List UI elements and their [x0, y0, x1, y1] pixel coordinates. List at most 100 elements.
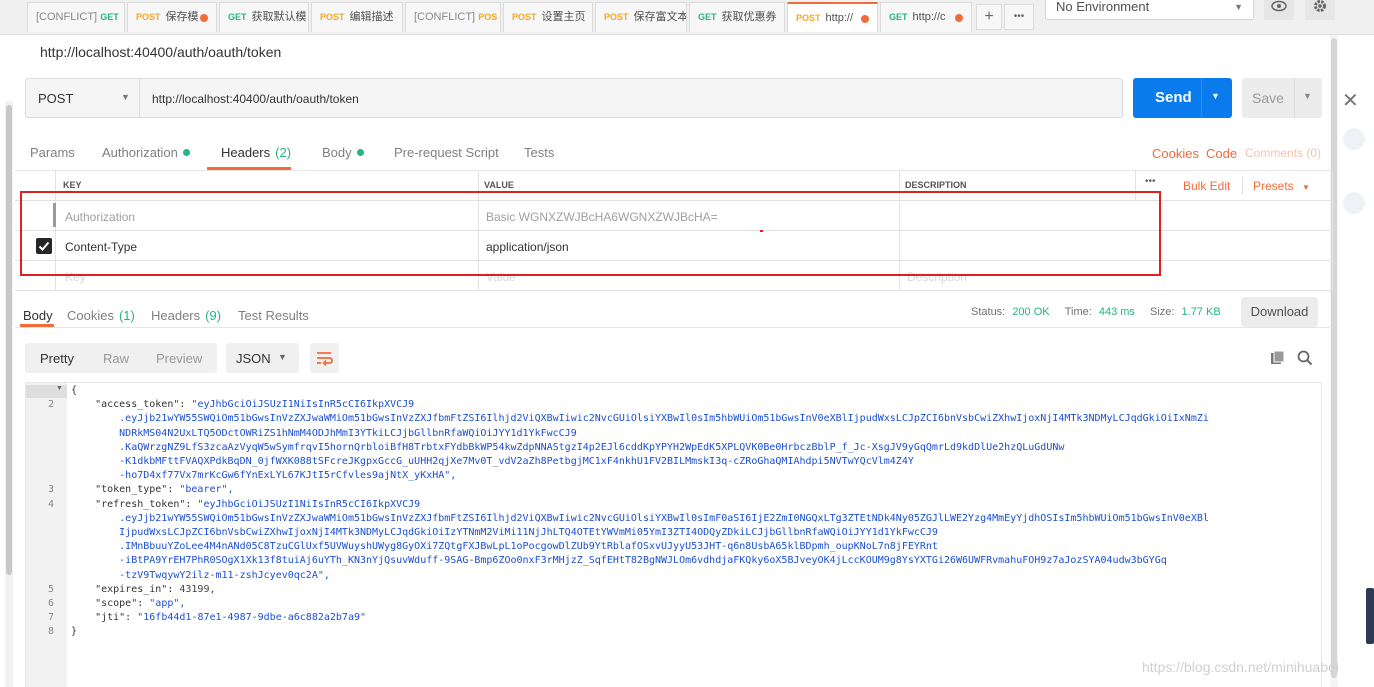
url-input[interactable]: http://localhost:40400/auth/oauth/token: [140, 78, 1123, 118]
tab-label: Headers: [151, 308, 201, 323]
view-preview[interactable]: Preview: [156, 351, 202, 366]
side-scroll-indicator: [1366, 588, 1374, 644]
close-icon[interactable]: ✕: [1342, 88, 1359, 113]
search-icon[interactable]: [1297, 350, 1313, 369]
method-badge: POST: [512, 12, 537, 22]
request-title[interactable]: http://localhost:40400/auth/oauth/token: [40, 44, 281, 60]
response-tabs-divider: [15, 327, 1330, 328]
response-tab-body[interactable]: Body: [23, 308, 53, 323]
request-tab[interactable]: POST 保存富文本: [595, 2, 687, 32]
view-pretty[interactable]: Pretty: [40, 351, 74, 366]
method-badge: POST: [136, 12, 161, 22]
view-raw[interactable]: Raw: [103, 351, 129, 366]
chevron-down-icon: ▼: [1234, 2, 1243, 12]
method-badge: POST: [604, 12, 629, 22]
request-tab[interactable]: GET 获取默认模: [219, 2, 309, 32]
code-line: "refresh_token": "eyJhbGciOiJSUzI1NiIsIn…: [71, 498, 421, 510]
request-tab[interactable]: POST 编辑描述: [311, 2, 403, 32]
response-body-editor[interactable]: 12345678 ▼ { "access_token": "eyJhbGciOi…: [25, 382, 1322, 687]
tab-title: 保存模: [165, 11, 199, 23]
code-line: "access_token": "eyJhbGciOiJSUzI1NiIsInR…: [71, 399, 415, 411]
response-tab-headers[interactable]: Headers (9): [151, 308, 221, 323]
tab-label: Test Results: [238, 308, 309, 323]
chevron-down-icon[interactable]: ▼: [1303, 91, 1312, 101]
tab-title: 保存富文本: [633, 11, 687, 23]
highlight-box: [20, 191, 1161, 276]
tab-params[interactable]: Params: [30, 145, 75, 160]
code-line: -K1dkbMFttFVAQXPdkBqDN_0jfWXK088tSFcreJK…: [71, 456, 914, 467]
request-tab[interactable]: POST http://: [787, 2, 878, 32]
request-tab[interactable]: [CONFLICT] POS: [405, 2, 501, 32]
left-scrollbar-thumb[interactable]: [6, 105, 12, 575]
tab-title: http://c: [912, 11, 946, 23]
format-select[interactable]: JSON ▼: [226, 343, 299, 373]
tab-label: Body: [23, 308, 53, 323]
method-select[interactable]: POST ▼: [25, 78, 140, 118]
gear-icon[interactable]: [1305, 0, 1335, 20]
more-icon[interactable]: •••: [1145, 176, 1156, 187]
request-tab[interactable]: [CONFLICT] GET: [27, 2, 125, 32]
chevron-down-icon: ▼: [278, 352, 287, 362]
unsaved-dot-icon: [955, 14, 963, 22]
chevron-down-icon: ▼: [121, 92, 130, 102]
status-dot-icon: [182, 149, 190, 156]
request-tab[interactable]: POST 设置主页: [503, 2, 593, 32]
wrap-lines-icon[interactable]: [310, 343, 339, 373]
response-status: Status: 200 OK Time: 443 ms Size: 1.77 K…: [971, 306, 1221, 318]
main-scrollbar-thumb[interactable]: [1331, 38, 1337, 678]
method-badge: POST: [796, 13, 821, 23]
line-number: 6: [47, 598, 54, 609]
copy-icon[interactable]: [1270, 350, 1286, 369]
tab-count: (9): [205, 308, 222, 323]
save-button[interactable]: Save ▼: [1242, 78, 1322, 118]
line-number: 4: [47, 498, 54, 510]
chevron-down-icon[interactable]: ▼: [1211, 91, 1220, 101]
size-label: Size:: [1149, 306, 1175, 318]
bulk-edit-link[interactable]: Bulk Edit: [1183, 179, 1230, 193]
response-tab-test-results[interactable]: Test Results: [238, 308, 309, 323]
method-badge: GET: [889, 12, 908, 22]
send-button[interactable]: Send ▼: [1133, 78, 1232, 118]
code-line: NDRkMS04N2UxLTQ5ODctOWRiZS1hNmM4ODJhMmI3…: [71, 427, 577, 439]
tab-authorization[interactable]: Authorization: [102, 145, 190, 160]
watermark: https://blog.csdn.net/minihuabei: [1142, 659, 1339, 675]
eye-icon[interactable]: [1264, 0, 1294, 20]
fold-icon[interactable]: ▼: [56, 385, 63, 392]
response-tab-cookies[interactable]: Cookies (1): [67, 308, 135, 323]
code-line: .KaQWrzgNZ9LfS3zcaAzVyqW5wSymfrqvI5hornQ…: [71, 441, 1065, 453]
save-divider: [1294, 78, 1295, 118]
tab-count: (2): [275, 145, 292, 160]
method-badge: GET: [698, 12, 717, 22]
request-tab[interactable]: POST 保存模: [127, 2, 217, 32]
environment-select[interactable]: No Environment ▼: [1045, 0, 1254, 20]
code-line: }: [71, 626, 78, 638]
code-line: .IMnBbuuYZoLee4M4nANd05C8TzuCGlUxf5UVWuy…: [71, 541, 938, 553]
presets-dropdown[interactable]: Presets ▼: [1253, 179, 1310, 193]
more-tabs-button[interactable]: •••: [1004, 4, 1034, 30]
request-tab[interactable]: GET 获取优惠券: [689, 2, 785, 32]
download-button[interactable]: Download: [1241, 297, 1318, 327]
format-label: JSON: [236, 351, 271, 366]
tab-tests[interactable]: Tests: [524, 145, 554, 160]
tab-pre-request-script[interactable]: Pre-request Script: [394, 145, 499, 160]
tab-body[interactable]: Body: [322, 145, 364, 160]
size-value: 1.77 KB: [1181, 306, 1221, 318]
tab-count: (1): [118, 308, 135, 323]
tab-headers[interactable]: Headers (2): [221, 145, 291, 160]
line-number-gutter: 12345678: [26, 383, 67, 687]
column-header-key: KEY: [63, 180, 82, 190]
chevron-down-icon: ▼: [1302, 183, 1310, 192]
new-tab-button[interactable]: +: [976, 4, 1002, 30]
method-badge: GET: [228, 12, 247, 22]
cookies-link[interactable]: Cookies: [1152, 146, 1199, 161]
comments-link[interactable]: Comments (0): [1245, 146, 1321, 160]
tab-title: 获取默认模: [251, 11, 307, 23]
tab-label: Body: [322, 145, 352, 160]
request-tab[interactable]: GET http://c: [880, 2, 972, 32]
conflict-label: [CONFLICT]: [414, 11, 476, 23]
tab-label: Cookies: [67, 308, 114, 323]
code-link[interactable]: Code: [1206, 146, 1237, 161]
status-value: 200 OK: [1012, 306, 1050, 318]
tab-title: 设置主页: [541, 11, 586, 23]
tab-label: Params: [30, 145, 75, 160]
